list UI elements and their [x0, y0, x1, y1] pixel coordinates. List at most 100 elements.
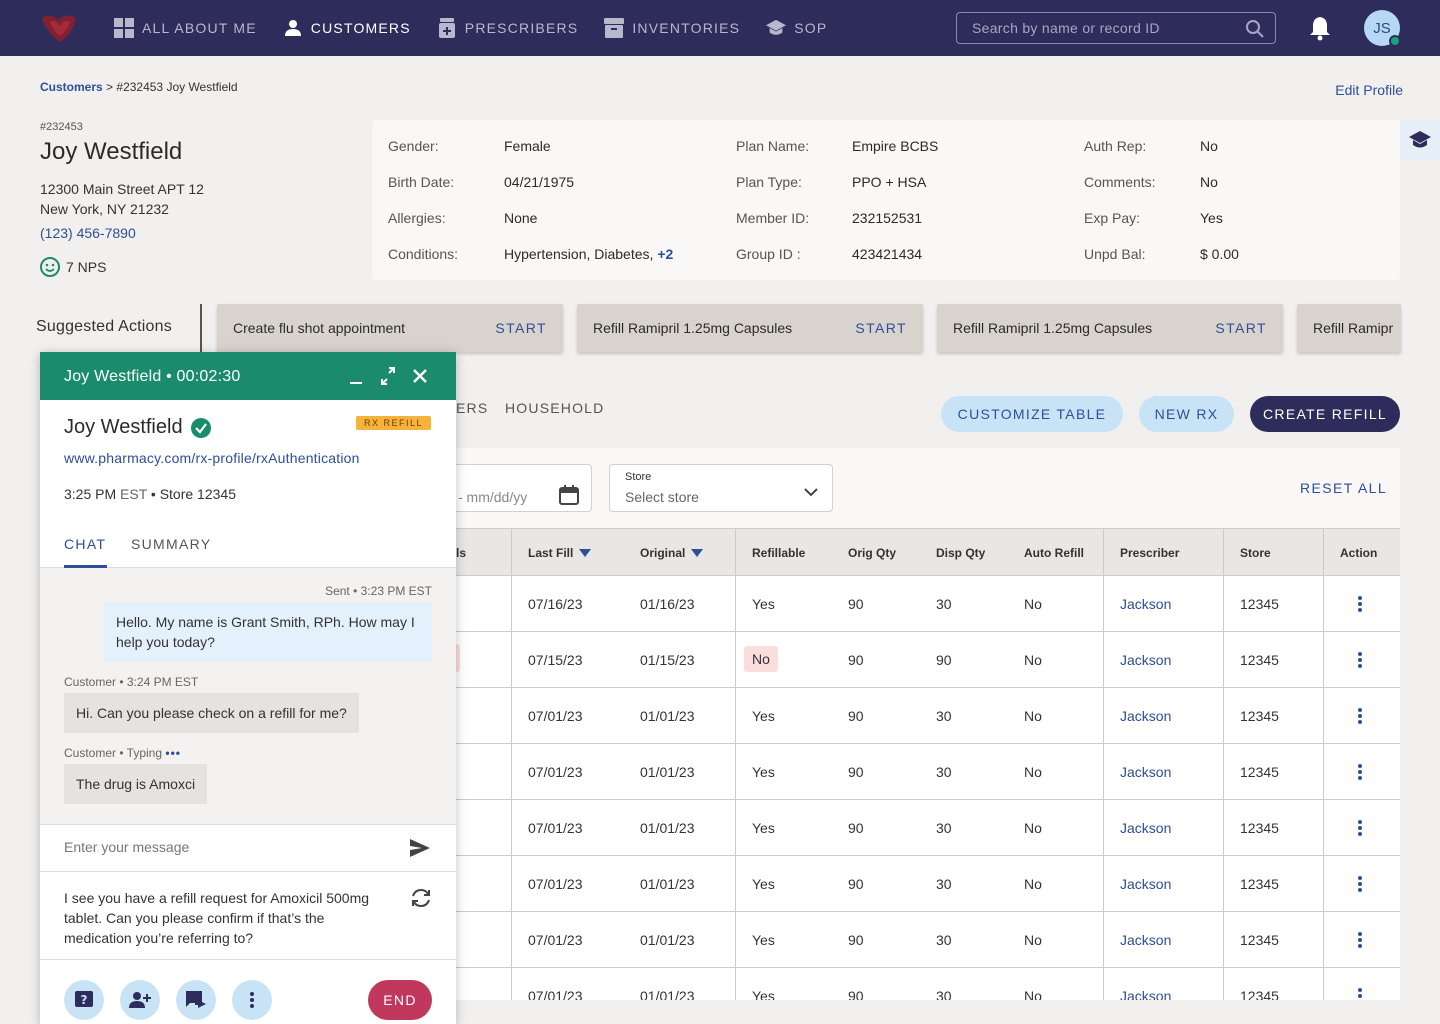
row-actions-icon[interactable]	[1350, 706, 1370, 726]
column-header-last-fill[interactable]: Last Fill	[528, 546, 592, 560]
store-select[interactable]: Store Select store	[609, 464, 833, 512]
row-actions-icon[interactable]	[1350, 650, 1370, 670]
cell-store: 12345	[1240, 708, 1279, 724]
nps-score: 7 NPS	[40, 257, 106, 277]
suggested-action-card[interactable]: Refill Ramipr	[1297, 304, 1401, 352]
suggested-action-card[interactable]: Refill Ramipril 1.25mg Capsules START	[937, 304, 1283, 352]
minimize-icon[interactable]	[348, 366, 364, 386]
prescriber-link[interactable]: Jackson	[1120, 988, 1171, 1000]
suggested-reply[interactable]: I see you have a refill request for Amox…	[40, 872, 456, 960]
close-icon[interactable]	[412, 366, 428, 386]
graduation-cap-icon	[766, 18, 787, 38]
cell-auto-refill: No	[1024, 596, 1042, 612]
tab-summary[interactable]: SUMMARY	[131, 536, 211, 552]
nav-sop[interactable]: SOP	[766, 0, 827, 56]
nav-prescribers[interactable]: PRESCRIBERS	[437, 0, 579, 56]
cell-disp-qty: 30	[936, 932, 952, 948]
search-input[interactable]	[972, 20, 1242, 36]
info-value: 423421434	[852, 246, 923, 262]
start-button[interactable]: START	[855, 320, 907, 336]
row-actions-icon[interactable]	[1350, 986, 1370, 1000]
start-button[interactable]: START	[1215, 320, 1267, 336]
message-input[interactable]	[64, 839, 384, 855]
reset-all-button[interactable]: RESET ALL	[1300, 480, 1387, 496]
table-row[interactable]: 07/01/23 01/01/23 Yes 90 30 No Jackson 12345	[440, 744, 1400, 800]
grid-icon	[114, 18, 134, 38]
tab-prescribers-partial[interactable]: ERS	[456, 400, 488, 416]
chat-messages: Sent • 3:23 PM EST Hello. My name is Gra…	[40, 568, 456, 824]
info-value: Hypertension, Diabetes,	[504, 246, 654, 262]
row-actions-icon[interactable]	[1350, 818, 1370, 838]
table-row[interactable]: 07/01/23 01/01/23 Yes 90 30 No Jackson 12345	[440, 800, 1400, 856]
column-header-original[interactable]: Original	[640, 546, 704, 560]
tab-household[interactable]: HOUSEHOLD	[505, 400, 604, 416]
message-bubble-received: Hi. Can you please check on a refill for…	[64, 693, 359, 733]
date-range-input[interactable]: - mm/dd/yy	[440, 464, 592, 512]
edit-profile-link[interactable]: Edit Profile	[1335, 82, 1403, 98]
nav-inventories[interactable]: INVENTORIES	[604, 0, 740, 56]
breadcrumb-customers-link[interactable]: Customers	[40, 80, 103, 94]
table-row[interactable]: 07/01/23 01/01/23 Yes 90 30 No Jackson 12345	[440, 968, 1400, 1000]
breadcrumb: Customers > #232453 Joy Westfield	[40, 80, 238, 94]
suggested-action-card[interactable]: Create flu shot appointment START	[217, 304, 563, 352]
prescriber-link[interactable]: Jackson	[1120, 596, 1171, 612]
more-options-button[interactable]	[232, 980, 272, 1020]
chat-panel: Joy Westfield • 00:02:30 Joy Westfield R…	[40, 352, 456, 1024]
phone-link[interactable]: (123) 456-7890	[40, 225, 136, 241]
sop-side-tab[interactable]	[1400, 120, 1440, 160]
chat-url-link[interactable]: www.pharmacy.com/rx-profile/rxAuthentica…	[64, 450, 360, 466]
table-row[interactable]: 07/16/23 01/16/23 Yes 90 30 No Jackson 12345	[440, 576, 1400, 632]
table-row[interactable]: 07/15/23 01/15/23 No 90 90 No Jackson 12345	[440, 632, 1400, 688]
cell-orig-qty: 90	[848, 820, 864, 836]
expand-icon[interactable]	[380, 366, 396, 386]
add-participant-button[interactable]	[120, 980, 160, 1020]
prescriber-link[interactable]: Jackson	[1120, 820, 1171, 836]
cell-orig-qty: 90	[848, 876, 864, 892]
prescriber-link[interactable]: Jackson	[1120, 876, 1171, 892]
search-box[interactable]	[956, 12, 1276, 44]
sort-down-icon[interactable]	[691, 549, 704, 557]
search-icon[interactable]	[1245, 19, 1265, 39]
cell-original: 01/01/23	[640, 708, 695, 724]
customize-table-button[interactable]: CUSTOMIZE TABLE	[941, 396, 1123, 432]
new-rx-button[interactable]: NEW RX	[1139, 396, 1234, 432]
prescriber-link[interactable]: Jackson	[1120, 652, 1171, 668]
table-row[interactable]: 07/01/23 01/01/23 Yes 90 30 No Jackson 12345	[440, 912, 1400, 968]
cell-last-fill: 07/01/23	[528, 708, 583, 724]
calendar-icon[interactable]	[559, 485, 579, 505]
row-actions-icon[interactable]	[1350, 874, 1370, 894]
logo-icon[interactable]	[36, 10, 84, 46]
chat-tabs: CHAT SUMMARY	[40, 520, 456, 568]
column-header: Orig Qty	[848, 546, 897, 560]
sort-down-icon[interactable]	[579, 549, 592, 557]
suggested-action-card[interactable]: Refill Ramipril 1.25mg Capsules START	[577, 304, 923, 352]
cell-last-fill: 07/01/23	[528, 876, 583, 892]
nav-all-about-me[interactable]: ALL ABOUT ME	[114, 0, 257, 56]
tab-chat[interactable]: CHAT	[64, 536, 106, 552]
prescriber-link[interactable]: Jackson	[1120, 708, 1171, 724]
row-actions-icon[interactable]	[1350, 762, 1370, 782]
cell-refillable: Yes	[752, 820, 775, 836]
table-row[interactable]: 07/01/23 01/01/23 Yes 90 30 No Jackson 12345	[440, 688, 1400, 744]
row-actions-icon[interactable]	[1350, 930, 1370, 950]
prescriber-link[interactable]: Jackson	[1120, 932, 1171, 948]
help-button[interactable]: ?	[64, 980, 104, 1020]
cell-disp-qty: 90	[936, 652, 952, 668]
bell-icon[interactable]	[1308, 15, 1332, 41]
end-chat-button[interactable]: END	[368, 980, 432, 1020]
avatar[interactable]: JS	[1364, 10, 1401, 47]
conditions-more-link[interactable]: +2	[657, 246, 673, 262]
transfer-chat-button[interactable]	[176, 980, 216, 1020]
row-actions-icon[interactable]	[1350, 594, 1370, 614]
cell-refillable: Yes	[752, 708, 775, 724]
prescriber-link[interactable]: Jackson	[1120, 764, 1171, 780]
start-button[interactable]: START	[495, 320, 547, 336]
refresh-icon[interactable]	[410, 888, 432, 908]
send-icon[interactable]	[410, 839, 430, 857]
cell-store: 12345	[1240, 652, 1279, 668]
nav-label: CUSTOMERS	[310, 20, 411, 36]
nav-customers[interactable]: CUSTOMERS	[283, 0, 411, 56]
table-row[interactable]: 07/01/23 01/01/23 Yes 90 30 No Jackson 12345	[440, 856, 1400, 912]
info-value: 04/21/1975	[504, 174, 575, 190]
create-refill-button[interactable]: CREATE REFILL	[1250, 396, 1400, 432]
